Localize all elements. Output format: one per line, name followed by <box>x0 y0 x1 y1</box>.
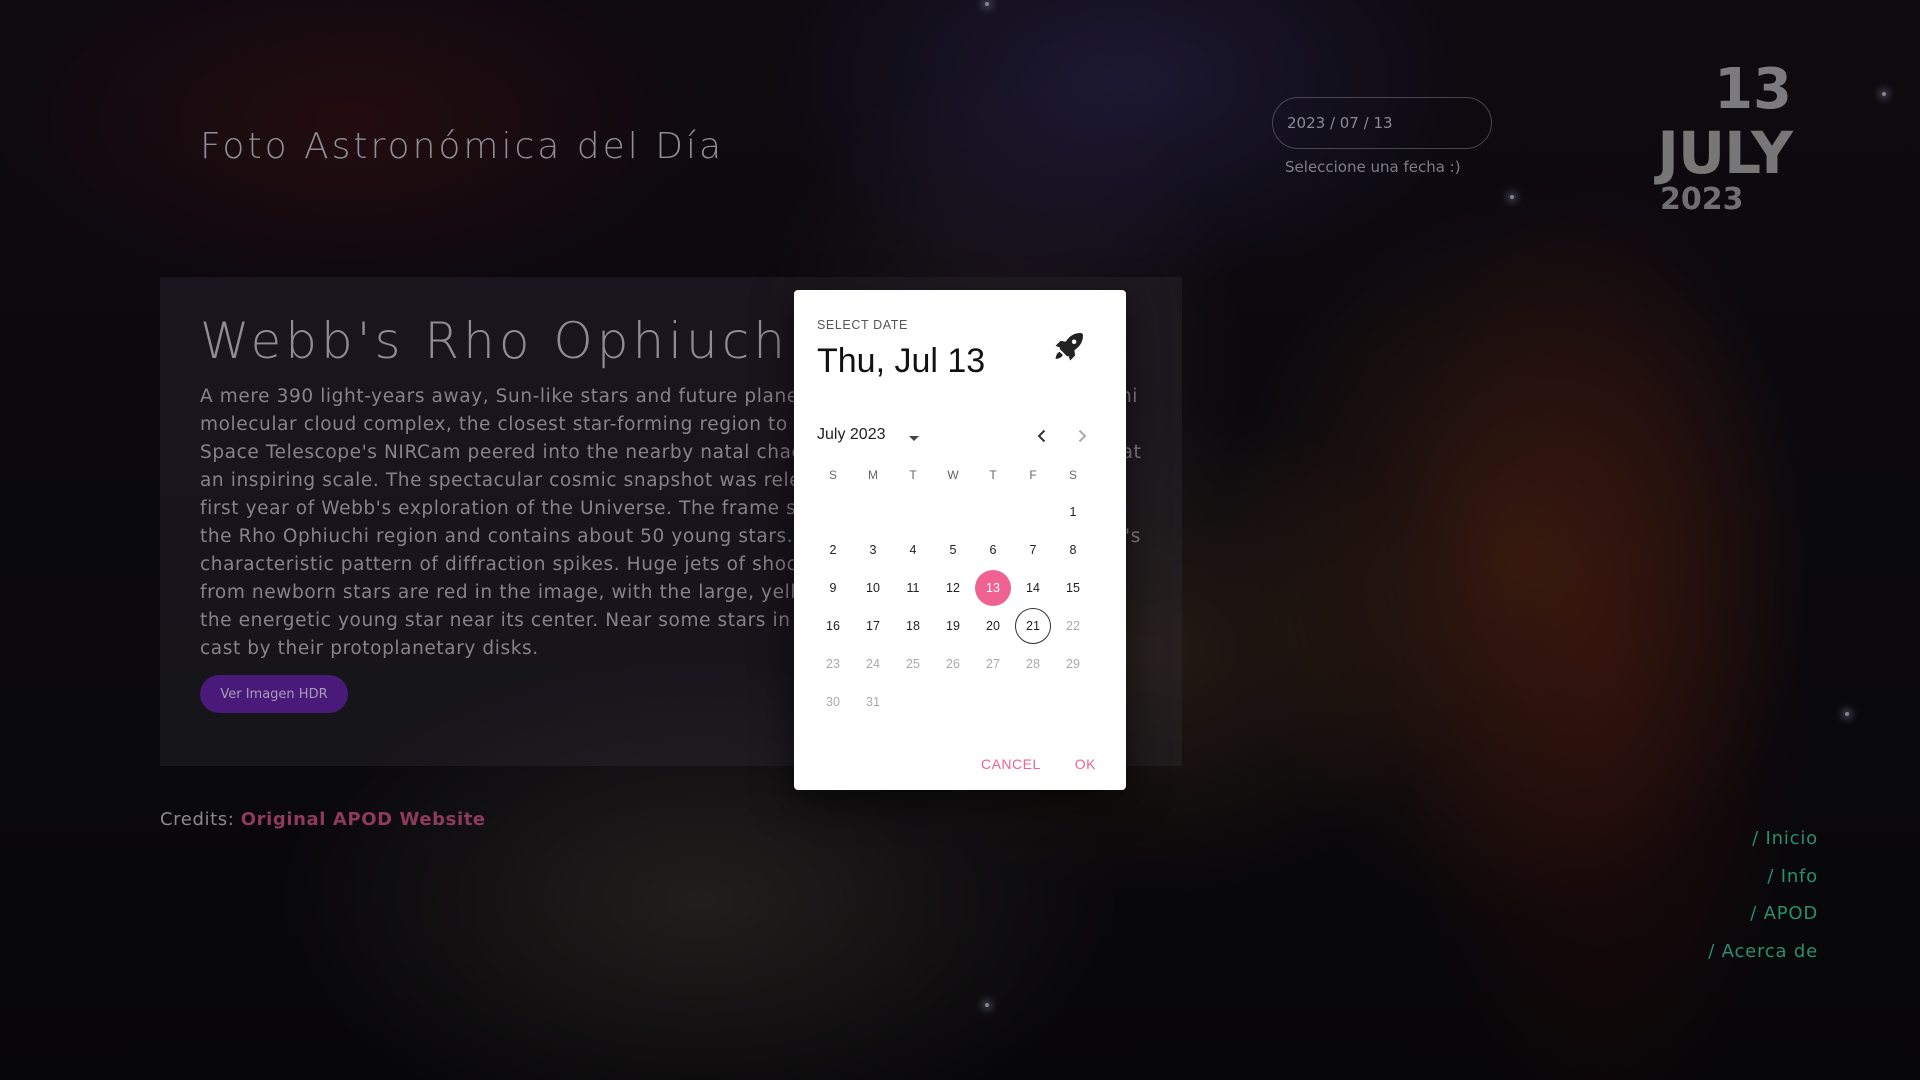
nav-item-apod[interactable]: / APOD <box>1708 895 1818 933</box>
calendar-empty-cell <box>853 493 893 531</box>
calendar-empty-cell <box>933 493 973 531</box>
calendar-day-16[interactable]: 16 <box>815 608 851 644</box>
date-input[interactable]: 2023 / 07 / 13 <box>1272 97 1492 149</box>
calendar-day-6[interactable]: 6 <box>975 532 1011 568</box>
view-hdr-button[interactable]: Ver Imagen HDR <box>200 675 348 713</box>
calendar-day-13[interactable]: 13 <box>975 570 1011 606</box>
calendar-day-18[interactable]: 18 <box>895 608 931 644</box>
calendar-day-3[interactable]: 3 <box>855 532 891 568</box>
weekday-label: S <box>828 468 837 482</box>
calendar-day-7[interactable]: 7 <box>1015 532 1051 568</box>
calendar-empty-cell <box>893 493 933 531</box>
calendar-day-28: 28 <box>1026 657 1040 671</box>
chevron-right-icon[interactable] <box>1070 424 1094 448</box>
site-title: Foto Astronómica del Día <box>200 126 725 167</box>
calendar-grid: 1 2 3 4 5 6 7 8 9 10 11 12 13 14 15 16 17 18 19 20 21 22 23 24 2… <box>813 493 1093 721</box>
calendar-day-10[interactable]: 10 <box>855 570 891 606</box>
calendar-empty-cell <box>1013 493 1053 531</box>
calendar-day-23: 23 <box>826 657 840 671</box>
calendar-day-26: 26 <box>946 657 960 671</box>
nav-item-info[interactable]: / Info <box>1708 858 1818 896</box>
calendar-day-24: 24 <box>866 657 880 671</box>
weekday-label: S <box>1068 468 1077 482</box>
calendar-day-11[interactable]: 11 <box>895 570 931 606</box>
chevron-left-icon[interactable] <box>1030 424 1054 448</box>
weekday-header: S M T W T F S <box>813 468 1093 482</box>
calendar-day-25: 25 <box>906 657 920 671</box>
cancel-button[interactable]: CANCEL <box>981 756 1041 772</box>
ok-button[interactable]: OK <box>1075 756 1096 772</box>
calendar-empty-cell <box>813 493 853 531</box>
date-picker-dialog: SELECT DATE Thu, Jul 13 July 2023 S M T … <box>794 290 1126 790</box>
calendar-day-12[interactable]: 12 <box>935 570 971 606</box>
calendar-day-2[interactable]: 2 <box>815 532 851 568</box>
nav-item-inicio[interactable]: / Inicio <box>1708 820 1818 858</box>
calendar-day-29: 29 <box>1066 657 1080 671</box>
big-date-day: 13 <box>1714 57 1792 122</box>
calendar-day-1[interactable]: 1 <box>1055 494 1091 530</box>
caret-down-icon[interactable] <box>904 428 924 448</box>
weekday-label: W <box>947 468 959 482</box>
side-nav: / Inicio / Info / APOD / Acerca de <box>1708 820 1818 970</box>
calendar-empty-cell <box>973 493 1013 531</box>
calendar-day-27: 27 <box>986 657 1000 671</box>
date-input-hint: Seleccione una fecha :) <box>1285 158 1461 176</box>
weekday-label: T <box>989 468 997 482</box>
big-date-month: JULY <box>1657 119 1793 187</box>
article-title: Webb's Rho Ophiuchi <box>200 312 807 370</box>
big-date-year: 2023 <box>1660 182 1744 217</box>
calendar-day-22: 22 <box>1066 619 1080 633</box>
date-picker-caption: SELECT DATE <box>817 318 908 332</box>
weekday-label: F <box>1029 468 1037 482</box>
calendar-day-21[interactable]: 21 <box>1015 608 1051 644</box>
weekday-label: T <box>909 468 917 482</box>
calendar-day-9[interactable]: 9 <box>815 570 851 606</box>
calendar-day-31: 31 <box>866 695 880 709</box>
credits-label: Credits: <box>160 809 235 830</box>
calendar-day-4[interactable]: 4 <box>895 532 931 568</box>
month-year-selector[interactable]: July 2023 <box>817 426 886 444</box>
nav-item-acerca-de[interactable]: / Acerca de <box>1708 933 1818 971</box>
weekday-label: M <box>868 468 878 482</box>
calendar-day-30: 30 <box>826 695 840 709</box>
rocket-icon <box>1055 333 1083 361</box>
apod-website-link[interactable]: Original APOD Website <box>241 809 486 830</box>
big-date-display: 13 JULY <box>1657 57 1793 187</box>
credits: Credits: Original APOD Website <box>160 809 486 830</box>
calendar-day-8[interactable]: 8 <box>1055 532 1091 568</box>
calendar-day-20[interactable]: 20 <box>975 608 1011 644</box>
calendar-day-17[interactable]: 17 <box>855 608 891 644</box>
calendar-day-5[interactable]: 5 <box>935 532 971 568</box>
dialog-actions: CANCEL OK <box>981 756 1096 772</box>
calendar-day-19[interactable]: 19 <box>935 608 971 644</box>
calendar-day-15[interactable]: 15 <box>1055 570 1091 606</box>
calendar-day-14[interactable]: 14 <box>1015 570 1051 606</box>
date-picker-headline: Thu, Jul 13 <box>817 342 986 380</box>
